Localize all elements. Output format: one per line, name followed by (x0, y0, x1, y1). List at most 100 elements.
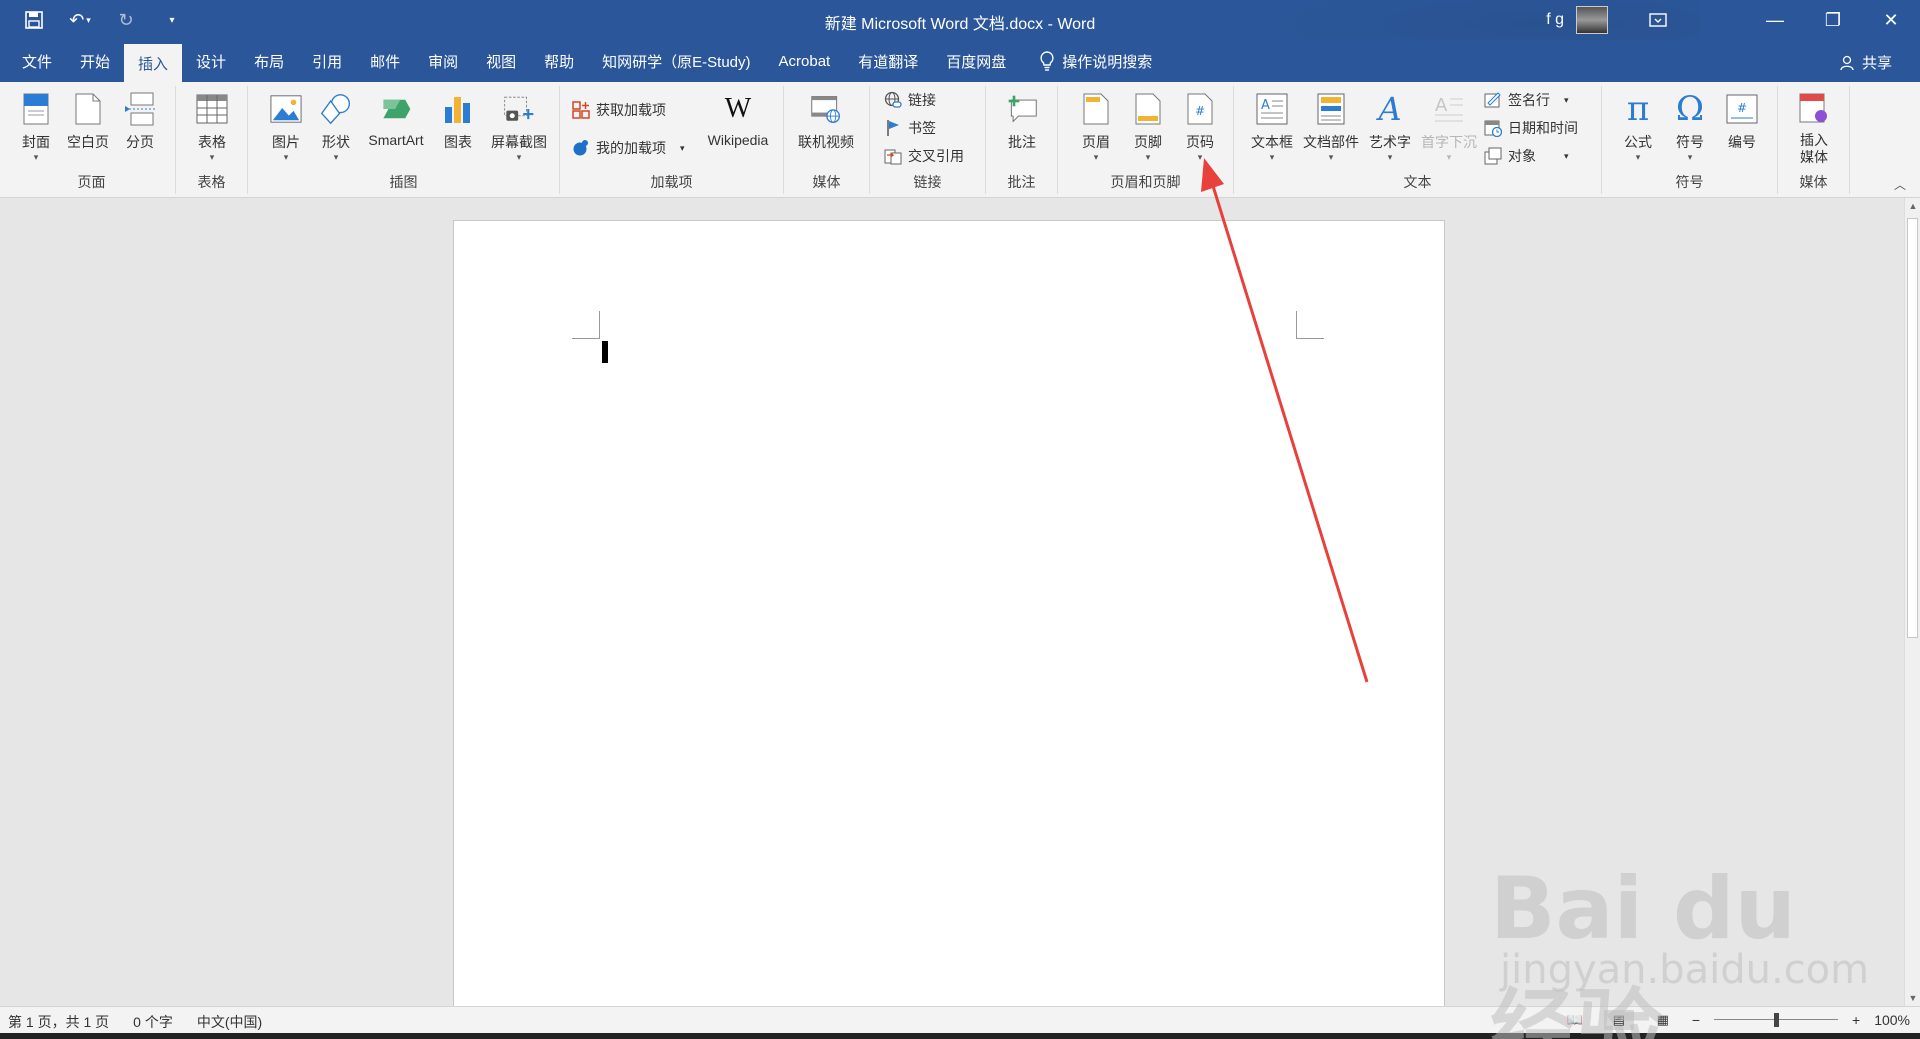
svg-text:#: # (1737, 101, 1747, 115)
scroll-down-arrow[interactable]: ▼ (1905, 990, 1920, 1006)
tab-insert[interactable]: 插入 (124, 44, 183, 82)
screenshot-button[interactable]: 屏幕截图 ▾ (484, 90, 554, 162)
equation-button[interactable]: π 公式 ▾ (1612, 89, 1664, 162)
tab-acrobat[interactable]: Acrobat (765, 40, 845, 82)
account-area[interactable]: f g (1546, 6, 1678, 34)
wikipedia-button[interactable]: W Wikipedia (696, 90, 780, 148)
text-box-button[interactable]: A 文本框 ▾ (1244, 90, 1300, 162)
vertical-scrollbar[interactable]: ▲ ▼ (1904, 198, 1920, 1006)
symbol-button[interactable]: Ω 符号 ▾ (1664, 89, 1716, 162)
tab-youdao[interactable]: 有道翻译 (844, 40, 932, 82)
page-number-label: 页码 (1186, 134, 1214, 150)
page-break-button[interactable]: 分页 (114, 90, 166, 152)
chevron-down-icon: ▾ (209, 152, 215, 162)
new-comment-button[interactable]: 批注 (996, 90, 1048, 152)
blank-page-icon (72, 92, 104, 126)
title-bar: ↶ ▾ ↻ ▾ 新建 Microsoft Word 文档.docx - Word … (0, 0, 1920, 80)
shapes-button[interactable]: 形状 ▾ (310, 90, 362, 162)
tab-layout[interactable]: 布局 (240, 40, 298, 82)
group-label-media: 媒体 (812, 174, 841, 190)
number-label: 编号 (1728, 134, 1756, 150)
share-label: 共享 (1861, 55, 1892, 72)
footer-label: 页脚 (1134, 134, 1162, 150)
scroll-thumb[interactable] (1907, 218, 1918, 638)
page-number-button[interactable]: # 页码 ▾ (1174, 90, 1226, 162)
zoom-level[interactable]: 100% (1874, 1012, 1910, 1028)
page-count-status[interactable]: 第 1 页，共 1 页 (8, 1012, 109, 1032)
group-label-illustrations: 插图 (389, 174, 418, 190)
picture-button[interactable]: 图片 ▾ (260, 90, 312, 162)
ribbon-display-options-button[interactable] (1638, 13, 1678, 27)
number-button[interactable]: # 编号 (1716, 90, 1768, 152)
bar-chart-icon (442, 92, 474, 126)
group-label-text: 文本 (1403, 174, 1432, 190)
insert-media-button[interactable]: 插入 媒体 (1788, 90, 1840, 166)
minimize-button[interactable]: — (1746, 0, 1804, 40)
get-addins-button[interactable]: 获取加载项 (572, 98, 666, 122)
cross-reference-button[interactable]: 交叉引用 (884, 144, 964, 168)
tab-mailings[interactable]: 邮件 (356, 40, 414, 82)
table-label: 表格 (198, 134, 226, 150)
comment-icon (1006, 92, 1038, 126)
link-button[interactable]: 链接 (884, 88, 936, 112)
header-button[interactable]: 页眉 ▾ (1070, 90, 1122, 162)
collapse-ribbon-button[interactable]: ︿ (1894, 176, 1906, 193)
chevron-down-icon: ▾ (33, 152, 39, 162)
tab-references[interactable]: 引用 (298, 40, 356, 82)
group-label-addins: 加载项 (650, 174, 693, 190)
cover-page-button[interactable]: 封面 ▾ (10, 90, 62, 162)
text-box-label: 文本框 (1251, 134, 1293, 150)
tab-view[interactable]: 视图 (472, 40, 530, 82)
tab-help[interactable]: 帮助 (530, 40, 588, 82)
zoom-in-button[interactable]: + (1852, 1012, 1860, 1028)
chevron-down-icon: ▾ (1564, 150, 1569, 161)
group-symbols: π 公式 ▾ Ω 符号 ▾ # 编号 符号 (1602, 86, 1778, 194)
tab-design[interactable]: 设计 (182, 40, 240, 82)
online-video-button[interactable]: 联机视频 (788, 90, 864, 152)
date-time-label: 日期和时间 (1508, 120, 1578, 136)
word-count-status[interactable]: 0 个字 (133, 1012, 173, 1032)
get-addins-label: 获取加载项 (596, 102, 666, 118)
tab-estudy[interactable]: 知网研学（原E-Study) (588, 40, 764, 82)
chart-button[interactable]: 图表 (432, 90, 484, 152)
document-page[interactable] (453, 220, 1445, 1020)
tell-me-search[interactable]: 操作说明搜索 (1020, 40, 1152, 82)
tab-home[interactable]: 开始 (66, 40, 124, 82)
insert-media-label: 插入 媒体 (1800, 132, 1828, 165)
online-video-label: 联机视频 (798, 134, 854, 150)
picture-icon (270, 92, 302, 126)
table-icon (196, 92, 228, 126)
link-label: 链接 (908, 92, 936, 108)
cover-page-icon (20, 92, 52, 126)
close-button[interactable]: ✕ (1862, 0, 1920, 40)
quick-parts-button[interactable]: 文档部件 ▾ (1300, 90, 1362, 162)
store-icon (572, 101, 590, 119)
scroll-up-arrow[interactable]: ▲ (1905, 198, 1920, 214)
group-label-tables: 表格 (197, 174, 226, 190)
signature-line-button[interactable]: 签名行 ▾ (1484, 88, 1569, 112)
screenshot-icon (503, 92, 535, 126)
tab-baidu-netdisk[interactable]: 百度网盘 (932, 40, 1020, 82)
group-pages: 封面 ▾ 空白页 分页 页面 (8, 86, 176, 194)
svg-text:A: A (1261, 98, 1270, 113)
blank-page-button[interactable]: 空白页 (62, 90, 114, 152)
table-button[interactable]: 表格 ▾ (186, 90, 238, 162)
language-status[interactable]: 中文(中国) (197, 1012, 262, 1032)
tab-file[interactable]: 文件 (8, 40, 66, 82)
group-header-footer: 页眉 ▾ 页脚 ▾ # 页码 ▾ 页眉和页脚 (1058, 86, 1234, 194)
smartart-button[interactable]: SmartArt (360, 90, 432, 148)
my-addins-button[interactable]: 我的加载项 ▾ (572, 136, 685, 160)
date-time-button[interactable]: 日期和时间 (1484, 116, 1578, 140)
avatar[interactable] (1576, 6, 1608, 34)
wordart-button[interactable]: A 艺术字 ▾ (1362, 90, 1418, 162)
drop-cap-button[interactable]: A 首字下沉 ▾ (1418, 90, 1480, 162)
bookmark-button[interactable]: 书签 (884, 116, 936, 140)
tab-review[interactable]: 审阅 (414, 40, 472, 82)
cross-reference-icon (884, 147, 902, 165)
share-button[interactable]: 共享 (1840, 52, 1892, 73)
footer-button[interactable]: 页脚 ▾ (1122, 90, 1174, 162)
equation-label: 公式 (1624, 134, 1652, 150)
restore-button[interactable]: ❐ (1804, 0, 1862, 40)
object-button[interactable]: 对象 ▾ (1484, 144, 1569, 168)
group-links: 链接 书签 交叉引用 链接 (870, 86, 986, 194)
